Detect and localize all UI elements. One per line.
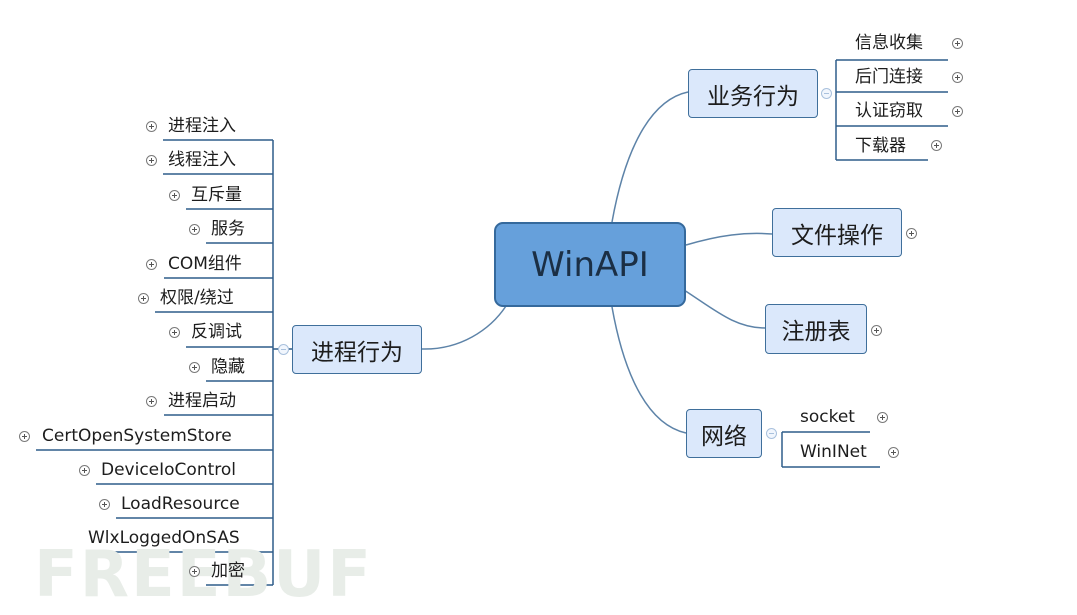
connector-business bbox=[611, 91, 689, 223]
mind-map: FREEBUF WinAPI 业务行为 文件操作 注册表 网络 进程行为 信息收… bbox=[0, 0, 1077, 615]
expand-icon[interactable] bbox=[146, 396, 157, 407]
expand-icon[interactable] bbox=[169, 190, 180, 201]
expand-icon[interactable] bbox=[931, 140, 942, 151]
expand-icon[interactable] bbox=[871, 325, 882, 336]
connector-network bbox=[611, 306, 687, 434]
leaf-socket[interactable]: socket bbox=[800, 407, 855, 427]
expand-icon[interactable] bbox=[19, 431, 30, 442]
leaf-certopensystemstore[interactable]: CertOpenSystemStore bbox=[42, 426, 232, 446]
leaf-service[interactable]: 服务 bbox=[211, 219, 245, 239]
branch-network[interactable]: 网络 bbox=[686, 409, 762, 458]
expand-icon[interactable] bbox=[952, 72, 963, 83]
collapse-icon[interactable] bbox=[766, 428, 777, 439]
watermark-logo: FREEBUF bbox=[34, 538, 373, 612]
branch-process[interactable]: 进程行为 bbox=[292, 325, 422, 374]
leaf-deviceiocontrol[interactable]: DeviceIoControl bbox=[101, 460, 236, 480]
leaf-loadresource[interactable]: LoadResource bbox=[121, 494, 240, 514]
leaf-process-start[interactable]: 进程启动 bbox=[168, 391, 236, 411]
leaf-wininet[interactable]: WinINet bbox=[800, 442, 867, 462]
expand-icon[interactable] bbox=[146, 121, 157, 132]
expand-icon[interactable] bbox=[79, 465, 90, 476]
expand-icon[interactable] bbox=[146, 259, 157, 270]
collapse-icon[interactable] bbox=[821, 88, 832, 99]
leaf-anti-debug[interactable]: 反调试 bbox=[191, 322, 242, 342]
leaf-downloader[interactable]: 下载器 bbox=[855, 136, 906, 156]
leaf-com-component[interactable]: COM组件 bbox=[168, 254, 242, 274]
branch-business[interactable]: 业务行为 bbox=[688, 69, 818, 118]
leaf-credential-theft[interactable]: 认证窃取 bbox=[855, 101, 923, 121]
leaf-process-injection[interactable]: 进程注入 bbox=[168, 116, 236, 136]
leaf-hide[interactable]: 隐藏 bbox=[211, 357, 245, 377]
expand-icon[interactable] bbox=[146, 155, 157, 166]
leaf-wlxloggedonsas[interactable]: WlxLoggedOnSAS bbox=[88, 528, 240, 548]
expand-icon[interactable] bbox=[952, 106, 963, 117]
expand-icon[interactable] bbox=[169, 327, 180, 338]
central-node[interactable]: WinAPI bbox=[494, 222, 686, 307]
expand-icon[interactable] bbox=[952, 38, 963, 49]
leaf-thread-injection[interactable]: 线程注入 bbox=[168, 150, 236, 170]
expand-icon[interactable] bbox=[888, 447, 899, 458]
expand-icon[interactable] bbox=[189, 224, 200, 235]
expand-icon[interactable] bbox=[189, 566, 200, 577]
leaf-privilege-bypass[interactable]: 权限/绕过 bbox=[160, 288, 234, 308]
connector-registry bbox=[683, 289, 766, 329]
leaf-info-collect[interactable]: 信息收集 bbox=[855, 33, 923, 53]
leaf-encryption[interactable]: 加密 bbox=[211, 561, 245, 581]
branch-registry[interactable]: 注册表 bbox=[765, 304, 867, 354]
expand-icon[interactable] bbox=[99, 499, 110, 510]
connector-file bbox=[685, 232, 773, 246]
connector-process bbox=[421, 305, 507, 350]
collapse-icon[interactable] bbox=[278, 344, 289, 355]
expand-icon[interactable] bbox=[906, 228, 917, 239]
branch-file[interactable]: 文件操作 bbox=[772, 208, 902, 257]
expand-icon[interactable] bbox=[877, 412, 888, 423]
expand-icon[interactable] bbox=[138, 293, 149, 304]
expand-icon[interactable] bbox=[189, 362, 200, 373]
leaf-mutex[interactable]: 互斥量 bbox=[191, 185, 242, 205]
leaf-backdoor[interactable]: 后门连接 bbox=[855, 67, 923, 87]
